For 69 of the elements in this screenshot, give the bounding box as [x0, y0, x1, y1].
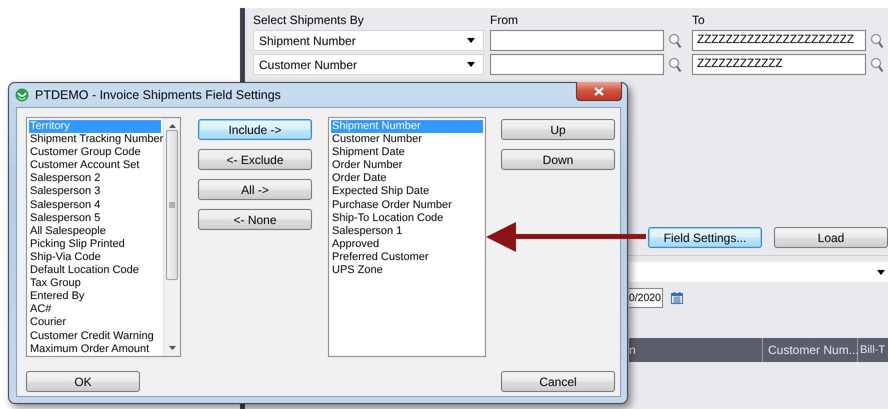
- list-item[interactable]: Default Location Code: [29, 264, 161, 278]
- scroll-up-arrow-icon[interactable]: [168, 124, 176, 128]
- from-label: From: [490, 13, 519, 27]
- dropdown-arrow-icon: [467, 38, 475, 43]
- field-dropdown[interactable]: Customer Number: [253, 54, 484, 75]
- column-header[interactable]: Bill-T: [858, 338, 888, 362]
- list-item[interactable]: Customer Credit Warning: [29, 330, 161, 343]
- button[interactable]: Down: [501, 149, 615, 170]
- list-item[interactable]: Salesperson 4: [29, 198, 161, 212]
- list-item[interactable]: Order Date: [331, 172, 483, 186]
- search-icon[interactable]: [870, 32, 884, 48]
- field-dropdown[interactable]: Shipment Number: [253, 30, 484, 51]
- list-item[interactable]: Customer Account Set: [29, 159, 161, 172]
- list-item[interactable]: Approved: [331, 238, 483, 251]
- list-item[interactable]: Entered By: [29, 290, 161, 304]
- dropdown-arrow-icon: [467, 62, 475, 67]
- window-title: PTDEMO - Invoice Shipments Field Settings: [35, 88, 281, 102]
- close-icon: [594, 86, 604, 96]
- list-item[interactable]: Ship-To Location Code: [331, 212, 483, 225]
- from-field[interactable]: [490, 30, 664, 51]
- list-item[interactable]: Shipment Tracking Number: [29, 133, 161, 146]
- list-item[interactable]: Courier: [29, 316, 161, 330]
- from-field[interactable]: [490, 54, 664, 75]
- scrollbar[interactable]: [163, 118, 180, 356]
- list-item[interactable]: Salesperson 2: [29, 172, 161, 186]
- scroll-down-arrow-icon[interactable]: [168, 346, 176, 350]
- list-item[interactable]: UPS Zone: [331, 264, 483, 278]
- button[interactable]: Load: [774, 227, 888, 248]
- app-logo-icon: [15, 88, 29, 102]
- ok-button[interactable]: OK: [26, 371, 140, 392]
- date-field[interactable]: 0/2020: [629, 288, 663, 308]
- list-item[interactable]: Maximum Order Amount: [29, 342, 161, 356]
- list-item[interactable]: Salesperson 1: [331, 224, 483, 238]
- list-item[interactable]: Preferred Customer: [331, 250, 483, 264]
- button[interactable]: All ->: [198, 179, 312, 200]
- search-icon[interactable]: [668, 56, 682, 72]
- list-item[interactable]: Customer Number: [331, 133, 483, 146]
- list-item[interactable]: Shipment Date: [331, 146, 483, 160]
- to-field[interactable]: ZZZZZZZZZZZZZZZZZZZZZZ: [692, 30, 866, 51]
- button[interactable]: Field Settings...: [648, 227, 762, 248]
- list-item[interactable]: Expected Ship Date: [331, 185, 483, 199]
- list-item[interactable]: Order Number: [331, 159, 483, 172]
- list-item[interactable]: Tax Group: [29, 277, 161, 290]
- list-item[interactable]: Ship-Via Code: [29, 250, 161, 264]
- cancel-button[interactable]: Cancel: [501, 371, 615, 392]
- list-item[interactable]: Salesperson 5: [29, 212, 161, 225]
- list-item[interactable]: Customer Group Code: [29, 146, 161, 160]
- to-field[interactable]: ZZZZZZZZZZZZ: [692, 54, 866, 75]
- list-item[interactable]: AC#: [29, 303, 161, 316]
- button[interactable]: <- None: [198, 209, 312, 230]
- list-item[interactable]: Picking Slip Printed: [29, 238, 161, 251]
- search-icon[interactable]: [668, 32, 682, 48]
- button[interactable]: Up: [501, 119, 615, 140]
- list-item[interactable]: All Salespeople: [29, 224, 161, 238]
- button[interactable]: Include ->: [198, 119, 312, 140]
- search-icon[interactable]: [870, 56, 884, 72]
- dropdown-arrow-icon: [877, 270, 885, 274]
- select-by-label: Select Shipments By: [253, 13, 365, 27]
- close-button[interactable]: [576, 82, 622, 101]
- button[interactable]: <- Exclude: [198, 149, 312, 170]
- column-header[interactable]: n: [629, 338, 763, 362]
- selected-fields-list[interactable]: Shipment Number Customer Number Shipment Date Order Number Order Date Expected Ship Date Purchase Order Number Ship-To Location Code Salesperson 1 Approved Preferred Customer UPS Zone: [328, 117, 486, 357]
- available-fields-list[interactable]: [26, 117, 181, 357]
- calendar-icon[interactable]: [671, 292, 683, 304]
- list-item[interactable]: Purchase Order Number: [331, 198, 483, 212]
- list-item[interactable]: Salesperson 3: [29, 185, 161, 199]
- column-header[interactable]: Customer Num...: [763, 338, 858, 362]
- scrollbar-thumb[interactable]: [166, 130, 178, 280]
- to-label: To: [692, 13, 706, 27]
